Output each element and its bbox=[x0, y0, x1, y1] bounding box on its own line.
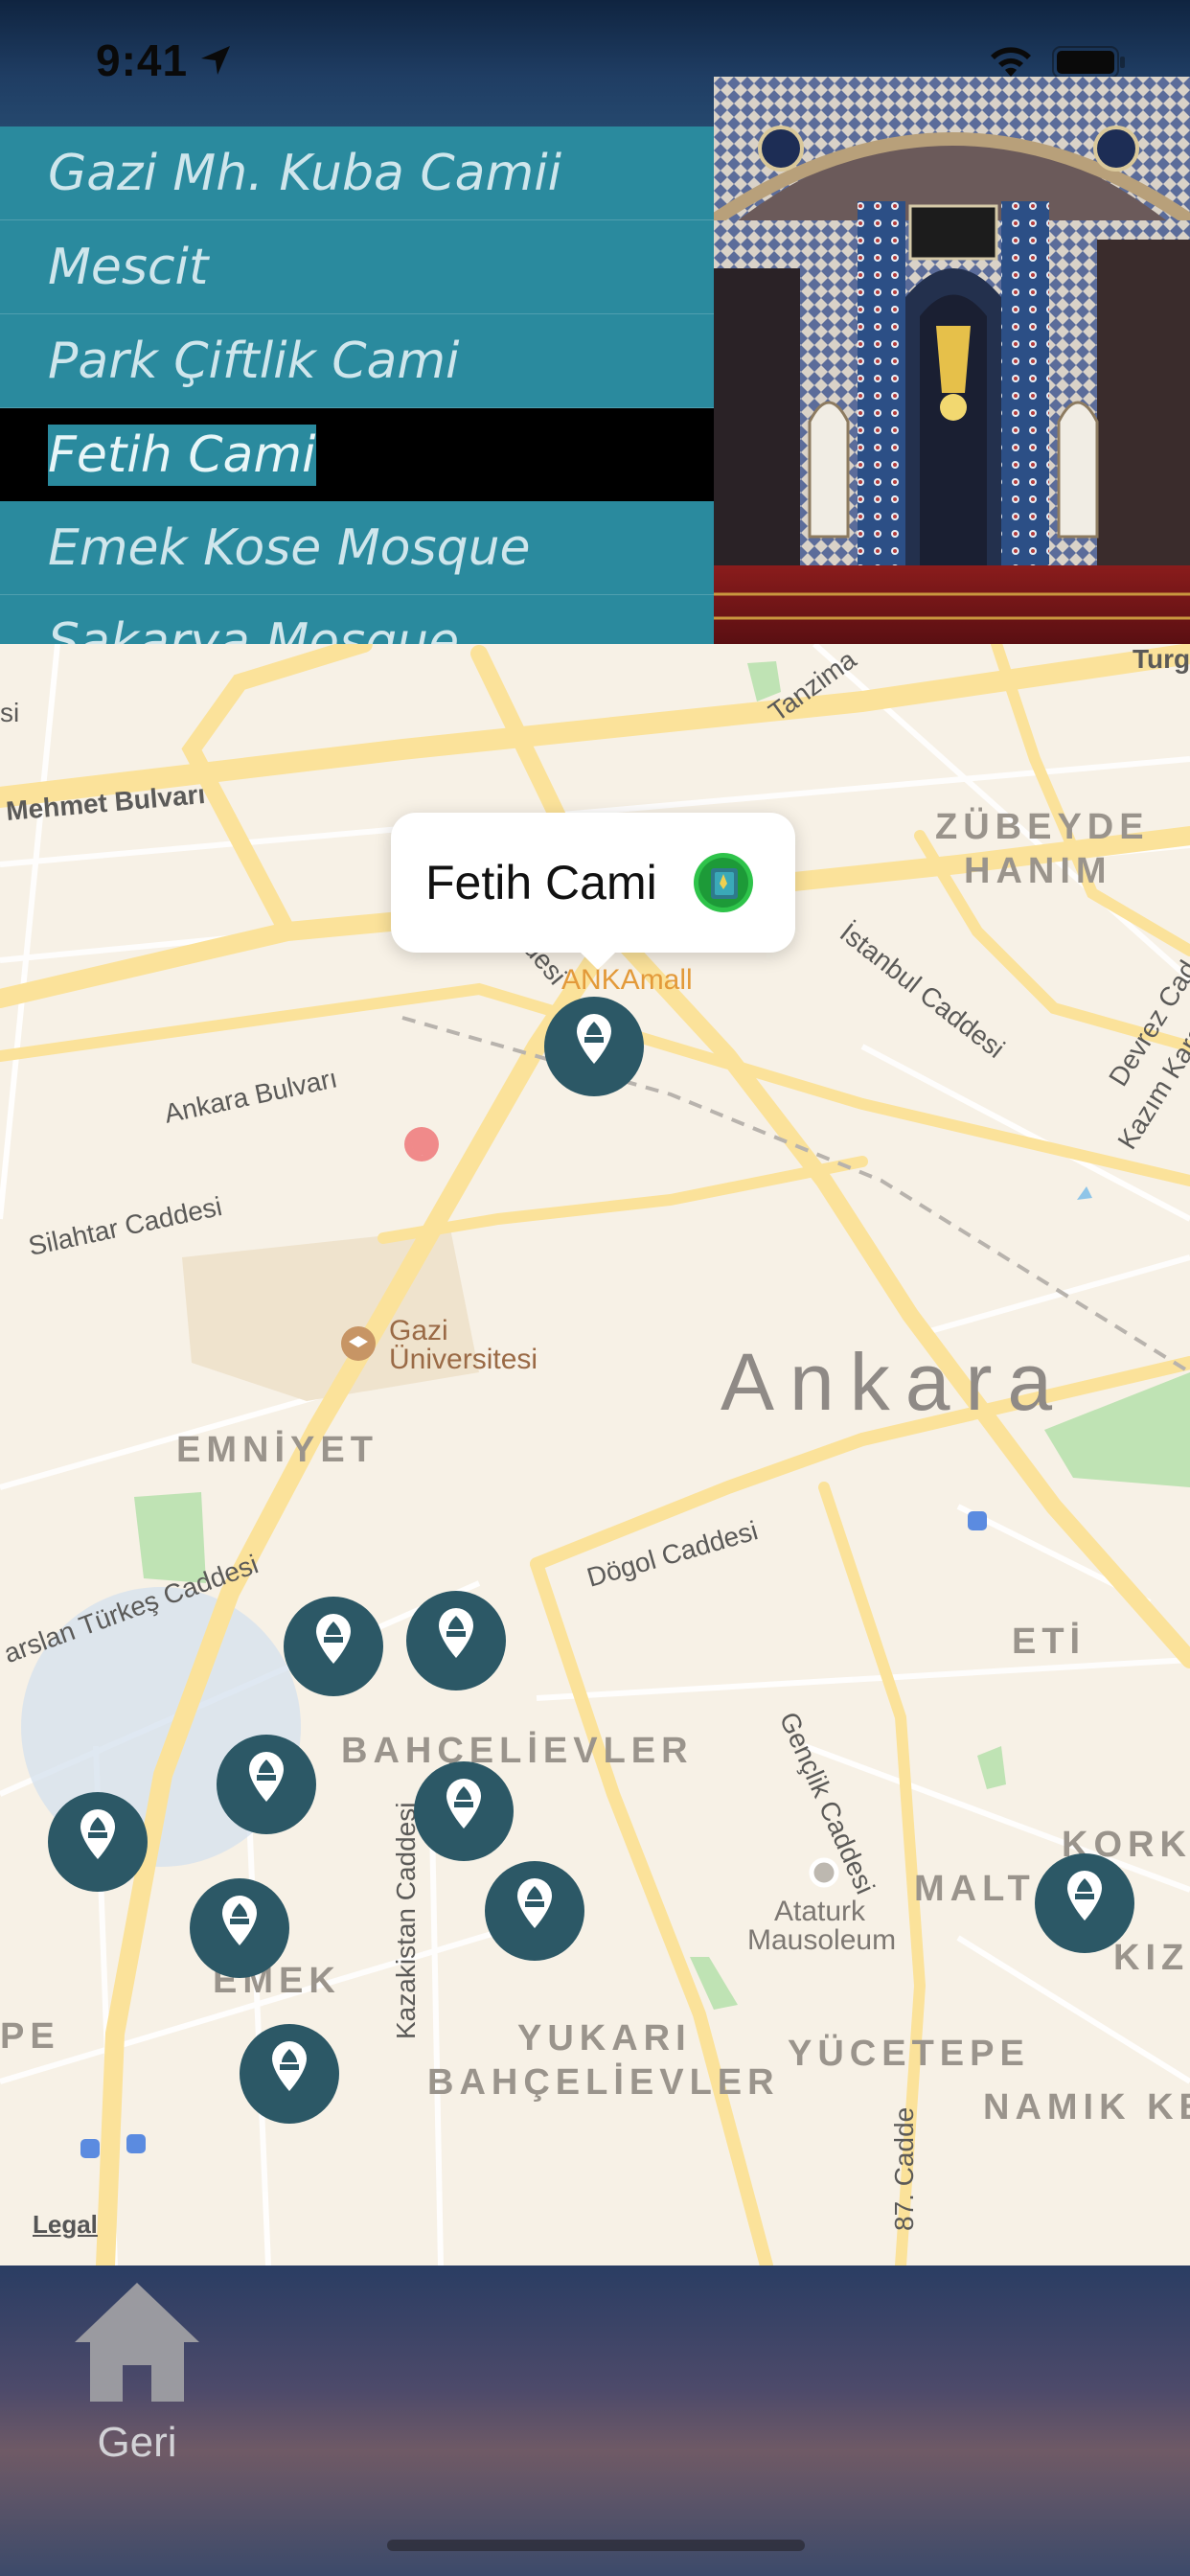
battery-icon bbox=[1052, 46, 1125, 79]
map-label-zubeyde: ZÜBEYDE bbox=[935, 807, 1150, 847]
list-item-label: Sakarya Mosque bbox=[48, 612, 460, 645]
street-si: si bbox=[0, 698, 20, 727]
list-item-label: Park Çiftlik Cami bbox=[48, 332, 460, 390]
map-label-yukari-bahcelievler: BAHÇELİEVLER bbox=[427, 2062, 780, 2103]
map-label-pe: PE bbox=[0, 2016, 60, 2057]
list-item-label: Gazi Mh. Kuba Camii bbox=[48, 144, 562, 202]
street-87-cadde: 87. Cadde bbox=[889, 2106, 919, 2231]
list-item-park-ciftlik[interactable]: Park Çiftlik Cami bbox=[0, 314, 714, 408]
mosque-pin-icon[interactable] bbox=[542, 995, 646, 1098]
mosque-pin-icon[interactable] bbox=[404, 1589, 508, 1692]
mosque-photo bbox=[714, 77, 1190, 644]
poi-mausoleum: Mausoleum bbox=[747, 1924, 897, 1956]
location-arrow-icon bbox=[201, 46, 230, 75]
list-item-emek-kose[interactable]: Emek Kose Mosque bbox=[0, 501, 714, 595]
list-item-sakarya[interactable]: Sakarya Mosque bbox=[0, 595, 714, 645]
map-label-yukari: YUKARI bbox=[517, 2018, 692, 2058]
list-item-label: Fetih Cami bbox=[48, 424, 316, 486]
mosque-pin-icon[interactable] bbox=[412, 1760, 515, 1863]
mosque-pin-icon[interactable] bbox=[215, 1733, 318, 1836]
mosque-list[interactable]: Gazi Mh. Kuba Camii Mescit Park Çiftlik … bbox=[0, 126, 714, 644]
map-label-bahcelievler: BAHÇELİEVLER bbox=[341, 1731, 694, 1771]
callout-title: Fetih Cami bbox=[425, 856, 657, 909]
mosque-pin-icon[interactable] bbox=[1033, 1852, 1136, 1955]
list-item-label: Emek Kose Mosque bbox=[48, 518, 531, 577]
list-item-label: Mescit bbox=[48, 238, 209, 296]
status-time: 9:41 bbox=[96, 35, 189, 85]
home-indicator[interactable] bbox=[387, 2540, 805, 2551]
map-callout[interactable]: Fetih Cami bbox=[391, 813, 795, 970]
poi-gazi: Gazi bbox=[389, 1315, 448, 1346]
list-item-fetih-selected[interactable]: Fetih Cami bbox=[0, 408, 714, 501]
map-label-malt: MALT bbox=[914, 1869, 1036, 1909]
back-button-label[interactable]: Geri bbox=[57, 2419, 217, 2467]
map-label-eti: ETİ bbox=[1012, 1622, 1087, 1662]
mosque-pin-icon[interactable] bbox=[282, 1595, 385, 1698]
home-icon[interactable] bbox=[73, 2279, 201, 2404]
poi-ataturk: Ataturk bbox=[774, 1896, 866, 1927]
list-item-mescit[interactable]: Mescit bbox=[0, 220, 714, 314]
map-label-city: Ankara bbox=[721, 1337, 1068, 1427]
mosque-pin-icon[interactable] bbox=[238, 2022, 341, 2126]
legal-link[interactable]: Legal bbox=[33, 2210, 98, 2240]
map-label-yucetepe: YÜCETEPE bbox=[788, 2034, 1030, 2074]
map-label-hanim: HANIM bbox=[964, 851, 1112, 891]
list-item-gazi-kuba[interactable]: Gazi Mh. Kuba Camii bbox=[0, 126, 714, 220]
street-turg: Turg bbox=[1133, 644, 1190, 674]
wifi-icon bbox=[991, 47, 1031, 77]
mosque-pin-icon[interactable] bbox=[188, 1876, 291, 1980]
map-label-namik: NAMIK KE bbox=[983, 2087, 1190, 2128]
poi-universitesi: Üniversitesi bbox=[389, 1344, 538, 1375]
mosque-pin-icon[interactable] bbox=[46, 1790, 149, 1894]
info-book-icon[interactable] bbox=[692, 851, 755, 914]
mosque-pin-icon[interactable] bbox=[483, 1859, 586, 1963]
map-label-emniyet: EMNİYET bbox=[176, 1430, 378, 1470]
